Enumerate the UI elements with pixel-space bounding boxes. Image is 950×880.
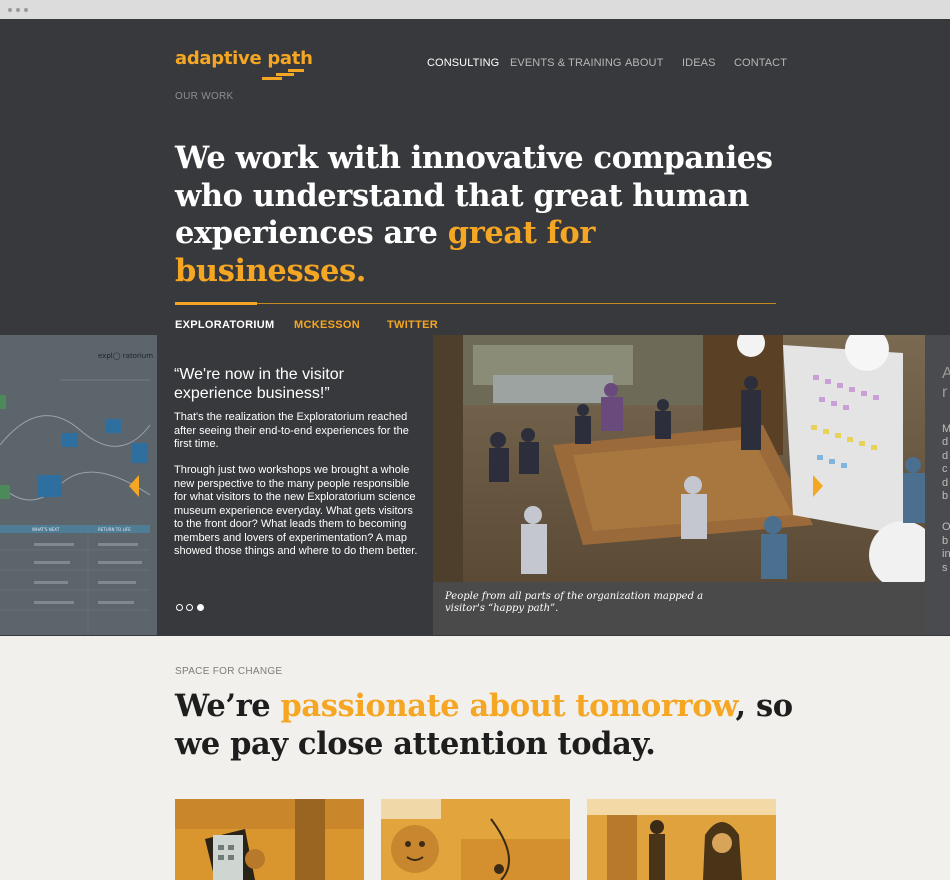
tab-exploratorium[interactable]: EXPLORATORIUM: [175, 319, 274, 331]
case-study-photo-panel: People from all parts of the organizatio…: [433, 335, 925, 635]
tab-mckesson[interactable]: MCKESSON: [294, 319, 360, 331]
smartphone-photo-image: [175, 799, 364, 880]
carousel-next-arrow-icon[interactable]: [813, 475, 823, 497]
map-column-whats-next: WHAT'S NEXT: [32, 527, 60, 532]
nav-about[interactable]: ABOUT: [625, 57, 663, 69]
next-slide-peek-line: r: [942, 384, 948, 401]
active-tab-indicator: [175, 302, 257, 305]
our-work-eyebrow: OUR WORK: [175, 91, 234, 102]
space-for-change-headline: We’re passionate about tomorrow, so we p…: [175, 688, 815, 763]
thumbnail-baby[interactable]: [381, 799, 570, 880]
nav-consulting[interactable]: CONSULTING: [427, 57, 499, 69]
window-dot-icon: [24, 8, 28, 12]
browser-title-bar: [0, 0, 950, 19]
hero-headline: We work with innovative companies who un…: [175, 140, 795, 290]
nav-events-training[interactable]: EVENTS & TRAINING: [510, 57, 622, 69]
case-study-paragraph-2: Through just two workshops we brought a …: [174, 464, 418, 557]
space-for-change-eyebrow: SPACE FOR CHANGE: [175, 666, 283, 677]
thumbnail-store[interactable]: [587, 799, 776, 880]
tab-divider: [175, 303, 776, 304]
main-nav: CONSULTING EVENTS & TRAINING ABOUT IDEAS…: [0, 57, 950, 71]
case-study-card: “We're now in the visitor experience bus…: [157, 335, 433, 635]
next-slide-peek-line: b: [942, 490, 949, 502]
workshop-photo-image: [433, 335, 925, 582]
map-column-return-to-life: RETURN TO LIFE: [98, 527, 131, 532]
baby-photo-image: [381, 799, 570, 880]
case-study-paragraph-1: That's the realization the Exploratorium…: [174, 411, 409, 450]
next-slide-peek-line: A: [942, 365, 950, 382]
case-study-quote: “We're now in the visitor experience bus…: [174, 366, 344, 402]
slide-dot-1[interactable]: [176, 604, 183, 611]
tab-twitter[interactable]: TWITTER: [387, 319, 438, 331]
map-logo-text: expl◯ ratorium: [98, 352, 153, 360]
window-dot-icon: [16, 8, 20, 12]
slide-dot-3[interactable]: [197, 604, 204, 611]
store-photo-image: [587, 799, 776, 880]
lower-headline-part1: We’re: [175, 688, 281, 724]
hero-section: adaptive path CONSULTING EVENTS & TRAINI…: [0, 19, 950, 636]
window-dot-icon: [8, 8, 12, 12]
workshop-photo: [433, 335, 925, 582]
next-slide-peek-line: s: [942, 561, 948, 574]
nav-ideas[interactable]: IDEAS: [682, 57, 716, 69]
next-slide-peek: Ar Md d c d b Ob in s: [925, 335, 950, 635]
slide-dot-2[interactable]: [186, 604, 193, 611]
photo-caption: People from all parts of the organizatio…: [445, 591, 704, 614]
carousel-prev-arrow-icon[interactable]: [129, 475, 139, 497]
lower-headline-accent: passionate about tomorrow: [280, 688, 736, 724]
nav-contact[interactable]: CONTACT: [734, 57, 787, 69]
case-study-carousel: expl◯ ratorium WHAT'S NEXT RETURN TO LIF…: [0, 335, 950, 635]
thumbnail-smartphone[interactable]: [175, 799, 364, 880]
